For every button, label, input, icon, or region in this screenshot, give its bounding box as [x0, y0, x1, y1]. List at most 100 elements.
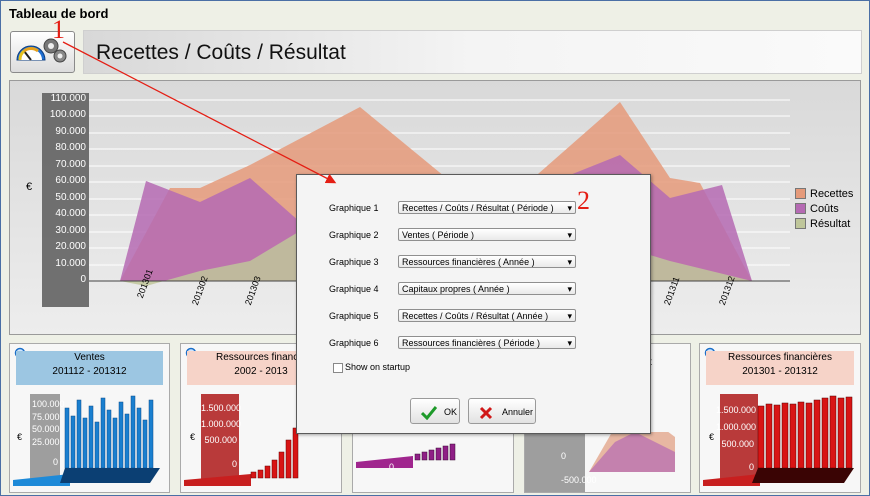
- dialog-row-graphique-3: Graphique 3 Ressources financières ( Ann…: [297, 255, 650, 269]
- y-tick: 20.000: [55, 241, 86, 252]
- legend-label: Résultat: [810, 217, 851, 230]
- chevron-down-icon: ▾: [567, 284, 572, 294]
- legend-swatch: [795, 203, 806, 214]
- legend-item: Résultat: [795, 216, 853, 231]
- chart-title: Recettes / Coûts / Résultat: [96, 41, 346, 64]
- legend-swatch: [795, 218, 806, 229]
- ok-button[interactable]: OK: [410, 398, 460, 424]
- panel-title: Ressources financières: [728, 352, 832, 363]
- chart-title-bar: Recettes / Coûts / Résultat: [83, 30, 862, 74]
- y-tick: 0: [561, 451, 567, 461]
- legend-swatch: [795, 188, 806, 199]
- legend-label: Coûts: [810, 202, 839, 215]
- panel-yaxis: 1.500.000 1.000.000 500.000 0: [716, 402, 757, 476]
- close-icon: [479, 404, 493, 430]
- panel-chart: [525, 432, 675, 492]
- y-tick: 90.000: [55, 126, 86, 137]
- y-tick: 30.000: [55, 225, 86, 236]
- panel-yaxis: 0 -500.000: [561, 444, 597, 492]
- y-tick: 0: [389, 462, 395, 472]
- panel-subtitle: 201112 - 201312: [52, 366, 127, 377]
- graphique-label: Graphique 4: [329, 284, 379, 294]
- cancel-button-label: Annuler: [502, 407, 534, 417]
- panel-subtitle: 201301 - 201312: [742, 366, 818, 377]
- y-tick: 50.000: [32, 424, 60, 434]
- chevron-down-icon: ▾: [567, 338, 572, 348]
- panel-ylabel: €: [190, 432, 196, 442]
- y-tick: 100.000: [49, 109, 86, 120]
- panel-yaxis: 100.000 75.000 50.000 25.000 0: [32, 398, 65, 469]
- panel-header: Ressources financières 201301 - 201312: [706, 351, 854, 385]
- y-tick: 110.000: [50, 93, 86, 104]
- graphique-4-select[interactable]: Capitaux propres ( Année ) ▾: [398, 282, 576, 295]
- panel-header: Ventes 201112 - 201312: [16, 351, 163, 385]
- legend-label: Recettes: [810, 187, 854, 200]
- y-tick: 0: [231, 459, 237, 469]
- panel-ylabel: €: [17, 432, 23, 442]
- dialog-row-graphique-2: Graphique 2 Ventes ( Période ) ▾: [297, 228, 650, 242]
- y-tick: 1.000.000: [201, 419, 242, 429]
- y-tick: 0: [748, 462, 754, 472]
- graphique-5-select[interactable]: Recettes / Coûts / Résultat ( Année ) ▾: [398, 309, 576, 322]
- panel-ylabel: €: [709, 432, 715, 442]
- select-value: Ressources financières ( Période ): [402, 338, 541, 348]
- chart-legend: Recettes Coûts Résultat: [795, 186, 853, 231]
- y-tick: 50.000: [55, 192, 86, 203]
- y-tick: 500.000: [204, 435, 237, 445]
- show-on-startup-label: Show on startup: [345, 362, 411, 372]
- legend-item: Coûts: [795, 201, 853, 216]
- y-tick: 500.000: [721, 439, 754, 449]
- graphique-label: Graphique 1: [329, 203, 379, 213]
- checkmark-icon: [420, 404, 438, 430]
- y-tick: 25.000: [32, 436, 60, 447]
- select-value: Recettes / Coûts / Résultat ( Année ): [402, 311, 549, 321]
- graphique-6-select[interactable]: Ressources financières ( Période ) ▾: [398, 336, 576, 349]
- panel-ressources-periode[interactable]: Ressources financières 201301 - 201312 1…: [699, 343, 861, 493]
- select-value: Ressources financières ( Année ): [402, 257, 535, 267]
- graphique-label: Graphique 6: [329, 338, 379, 348]
- chevron-down-icon: ▾: [567, 257, 572, 267]
- y-tick: 0: [80, 274, 86, 285]
- y-tick: 100.000: [32, 399, 65, 409]
- ok-button-label: OK: [444, 407, 458, 417]
- select-value: Recettes / Coûts / Résultat ( Période ): [402, 203, 554, 213]
- panel-ventes[interactable]: Ventes 201112 - 201312 100.000 75.000 50…: [9, 343, 170, 493]
- panel-title: Ventes: [74, 352, 105, 363]
- annotation-marker-2: 2: [577, 186, 590, 215]
- graphique-label: Graphique 5: [329, 311, 379, 321]
- legend-item: Recettes: [795, 186, 853, 201]
- graphique-label: Graphique 2: [329, 230, 379, 240]
- chevron-down-icon: ▾: [567, 311, 572, 321]
- dialog-row-graphique-6: Graphique 6 Ressources financières ( Pér…: [297, 336, 650, 350]
- dialog-row-graphique-1: Graphique 1 Recettes / Coûts / Résultat …: [297, 201, 650, 215]
- annotation-marker-1: 1: [52, 15, 65, 44]
- y-tick: 75.000: [32, 411, 60, 422]
- y-tick: 10.000: [55, 258, 86, 269]
- graphique-2-select[interactable]: Ventes ( Période ) ▾: [398, 228, 576, 241]
- chevron-down-icon: ▾: [567, 230, 572, 240]
- y-tick: 1.500.000: [201, 403, 242, 413]
- chart-config-dialog: Graphique 1 Recettes / Coûts / Résultat …: [296, 174, 651, 434]
- graphique-3-select[interactable]: Ressources financières ( Année ) ▾: [398, 255, 576, 268]
- graphique-1-select[interactable]: Recettes / Coûts / Résultat ( Période ) …: [398, 201, 576, 214]
- panel-chart: [356, 443, 456, 468]
- show-on-startup-checkbox[interactable]: [333, 363, 343, 373]
- select-value: Ventes ( Période ): [402, 230, 475, 240]
- dialog-row-graphique-5: Graphique 5 Recettes / Coûts / Résultat …: [297, 309, 650, 323]
- y-tick: 1.500.000: [716, 405, 757, 415]
- dialog-row-graphique-4: Graphique 4 Capitaux propres ( Année ) ▾: [297, 282, 650, 296]
- y-tick: 0: [52, 457, 58, 467]
- y-tick: 80.000: [55, 142, 86, 153]
- y-tick: 70.000: [55, 159, 86, 170]
- y-tick: 40.000: [55, 208, 86, 219]
- chevron-down-icon: ▾: [567, 203, 572, 213]
- y-tick: -500.000: [561, 475, 597, 485]
- select-value: Capitaux propres ( Année ): [402, 284, 510, 294]
- panel-yaxis: 1.500.000 1.000.000 500.000 0: [201, 400, 242, 472]
- y-tick: 60.000: [55, 175, 86, 186]
- y-tick: 1.000.000: [716, 422, 757, 432]
- y-axis-label: €: [26, 181, 33, 193]
- configure-charts-button[interactable]: [10, 31, 75, 73]
- cancel-button[interactable]: Annuler: [468, 398, 536, 424]
- graphique-label: Graphique 3: [329, 257, 379, 267]
